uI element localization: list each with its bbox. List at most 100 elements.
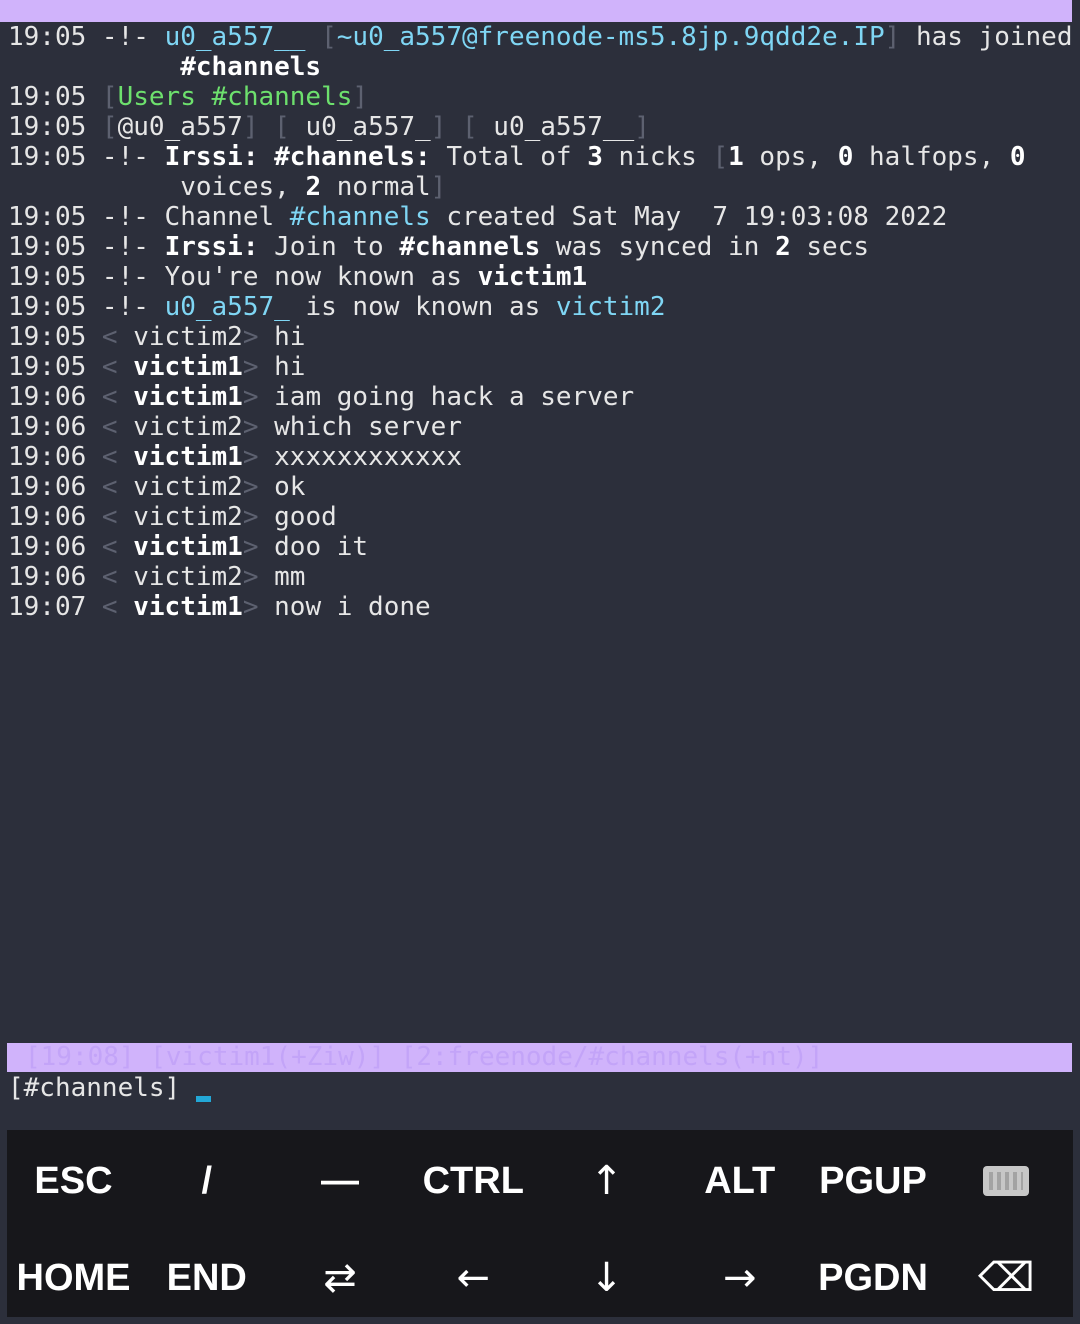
log-line: 19:05 -!- Irssi: #channels: Total of 3 n…: [8, 142, 1072, 172]
alt-key[interactable]: ALT: [673, 1135, 806, 1227]
log-line: 19:05 -!- u0_a557_ is now known as victi…: [8, 292, 1072, 322]
log-text: hi: [258, 322, 306, 352]
log-text: -!-: [86, 22, 165, 52]
log-text: #channels: [399, 232, 541, 262]
esc-key[interactable]: ESC: [7, 1135, 140, 1227]
log-line: 19:05 [Users #channels]: [8, 82, 1072, 112]
keyboard-toggle-key[interactable]: [940, 1135, 1073, 1227]
log-text: 1: [728, 142, 744, 172]
log-line: #channels: [8, 52, 1072, 82]
log-line: 19:05 [@u0_a557] [ u0_a557_] [ u0_a557__…: [8, 112, 1072, 142]
log-text: good: [258, 502, 337, 532]
arrow-right-key[interactable]: →: [673, 1232, 806, 1324]
log-text: <: [86, 442, 118, 472]
timestamp: 19:05: [8, 292, 87, 322]
timestamp: [8, 172, 86, 202]
log-text: was synced in: [540, 232, 776, 262]
arrow-down-key[interactable]: ↓: [540, 1232, 673, 1324]
log-text: >: [242, 412, 259, 442]
arrow-right-icon: →: [722, 1255, 757, 1301]
timestamp: 19:06: [8, 532, 87, 562]
log-text: -!-: [86, 232, 165, 262]
pgup-key[interactable]: PGUP: [807, 1135, 940, 1227]
slash-key[interactable]: /: [140, 1135, 273, 1227]
log-line: 19:06 < victim1> xxxxxxxxxxxx: [8, 442, 1072, 472]
log-text: >: [242, 502, 259, 532]
log-text: u0_a557__: [477, 112, 635, 142]
arrow-up-key[interactable]: ↑: [540, 1135, 673, 1227]
timestamp: [8, 52, 86, 82]
keyboard-icon: [983, 1166, 1030, 1196]
ctrl-key-label: CTRL: [422, 1159, 524, 1202]
log-text: victim2: [555, 292, 666, 322]
log-text: <: [86, 532, 118, 562]
log-text: [: [305, 22, 337, 52]
arrow-left-key[interactable]: ←: [407, 1232, 540, 1324]
timestamp: 19:05: [8, 142, 87, 172]
home-key[interactable]: HOME: [7, 1232, 140, 1324]
dash-key[interactable]: ―: [274, 1135, 407, 1227]
ctrl-key[interactable]: CTRL: [407, 1135, 540, 1227]
log-text: ]: [430, 172, 447, 202]
log-line: voices, 2 normal]: [8, 172, 1072, 202]
log-text: secs: [790, 232, 870, 262]
log-line: 19:05 < victim1> hi: [8, 352, 1072, 382]
timestamp: 19:06: [8, 562, 87, 592]
log-line: 19:05 < victim2> hi: [8, 322, 1072, 352]
log-line: 19:06 < victim2> ok: [8, 472, 1072, 502]
log-text: [: [86, 112, 118, 142]
log-text: u0_a557_: [164, 292, 290, 322]
log-text: >: [242, 592, 259, 622]
log-text: 2: [775, 232, 791, 262]
log-text: u0_a557__: [164, 22, 306, 52]
slash-key-label: /: [201, 1159, 213, 1202]
log-text: @u0_a557: [117, 112, 243, 142]
log-text: mm: [258, 562, 306, 592]
log-text: <: [86, 592, 118, 622]
log-text: hi: [258, 352, 306, 382]
log-text: victim1: [117, 352, 243, 382]
log-line: 19:05 -!- Channel #channels created Sat …: [8, 202, 1072, 232]
backspace-key[interactable]: ⌫: [940, 1232, 1073, 1324]
log-text: ]: [352, 82, 369, 112]
log-text: -!-: [86, 142, 165, 172]
timestamp: 19:06: [8, 382, 87, 412]
pgdn-key[interactable]: PGDN: [807, 1232, 940, 1324]
log-text: ]: [884, 22, 901, 52]
input-line[interactable]: [#channels]: [8, 1072, 212, 1104]
log-text: victim1: [477, 262, 588, 292]
log-text: ] [: [430, 112, 478, 142]
log-text: victim2: [117, 412, 243, 442]
log-text: <: [86, 412, 118, 442]
log-text: victim1: [117, 532, 243, 562]
timestamp: 19:06: [8, 502, 87, 532]
log-text: nicks: [602, 142, 713, 172]
log-text: <: [86, 472, 118, 502]
log-text: is now known as: [289, 292, 556, 322]
log-text: -!-: [86, 292, 165, 322]
log-text: 2: [305, 172, 322, 202]
end-key-label: END: [166, 1256, 247, 1299]
log-text: Total of: [430, 142, 588, 172]
log-text: normal: [321, 172, 431, 202]
log-text: xxxxxxxxxxxx: [258, 442, 462, 472]
timestamp: 19:05: [8, 262, 87, 292]
log-text: >: [242, 322, 259, 352]
log-text: victim1: [117, 382, 243, 412]
log-text: [: [712, 142, 729, 172]
log-text: victim1: [117, 592, 243, 622]
tab-key[interactable]: ⇄: [274, 1232, 407, 1324]
timestamp: 19:06: [8, 442, 87, 472]
end-key[interactable]: END: [140, 1232, 273, 1324]
log-text: <: [86, 562, 118, 592]
log-text: <: [86, 322, 118, 352]
log-text: has joined: [900, 22, 1073, 52]
log-text: victim2: [117, 502, 243, 532]
log-text: >: [242, 442, 259, 472]
log-text: ops,: [743, 142, 838, 172]
log-line: 19:05 -!- Irssi: Join to #channels was s…: [8, 232, 1072, 262]
log-text: >: [242, 352, 259, 382]
chat-log[interactable]: 19:05 -!- u0_a557__ [~u0_a557@freenode-m…: [8, 22, 1072, 622]
